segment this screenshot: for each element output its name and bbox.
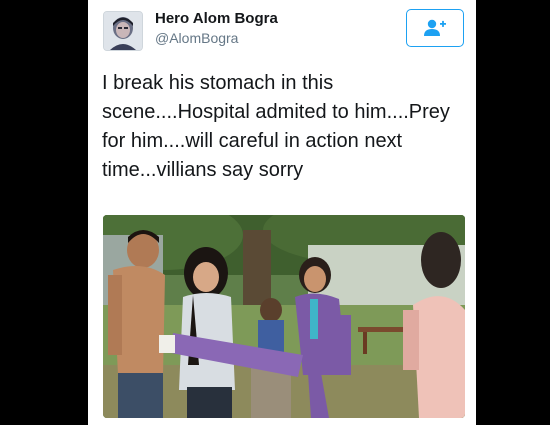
avatar-image — [104, 12, 142, 50]
add-user-icon — [424, 19, 446, 36]
avatar[interactable] — [103, 11, 143, 51]
tweet-photo[interactable] — [103, 215, 465, 418]
photo-scene — [103, 215, 465, 418]
tweet-text: I break his stomach in this scene....Hos… — [102, 72, 450, 181]
user-handle[interactable]: @AlomBogra — [155, 30, 238, 46]
display-name[interactable]: Hero Alom Bogra — [155, 10, 278, 27]
tweet-card: Hero Alom Bogra @AlomBogra I break his s… — [88, 0, 476, 425]
follow-button[interactable] — [406, 9, 464, 47]
